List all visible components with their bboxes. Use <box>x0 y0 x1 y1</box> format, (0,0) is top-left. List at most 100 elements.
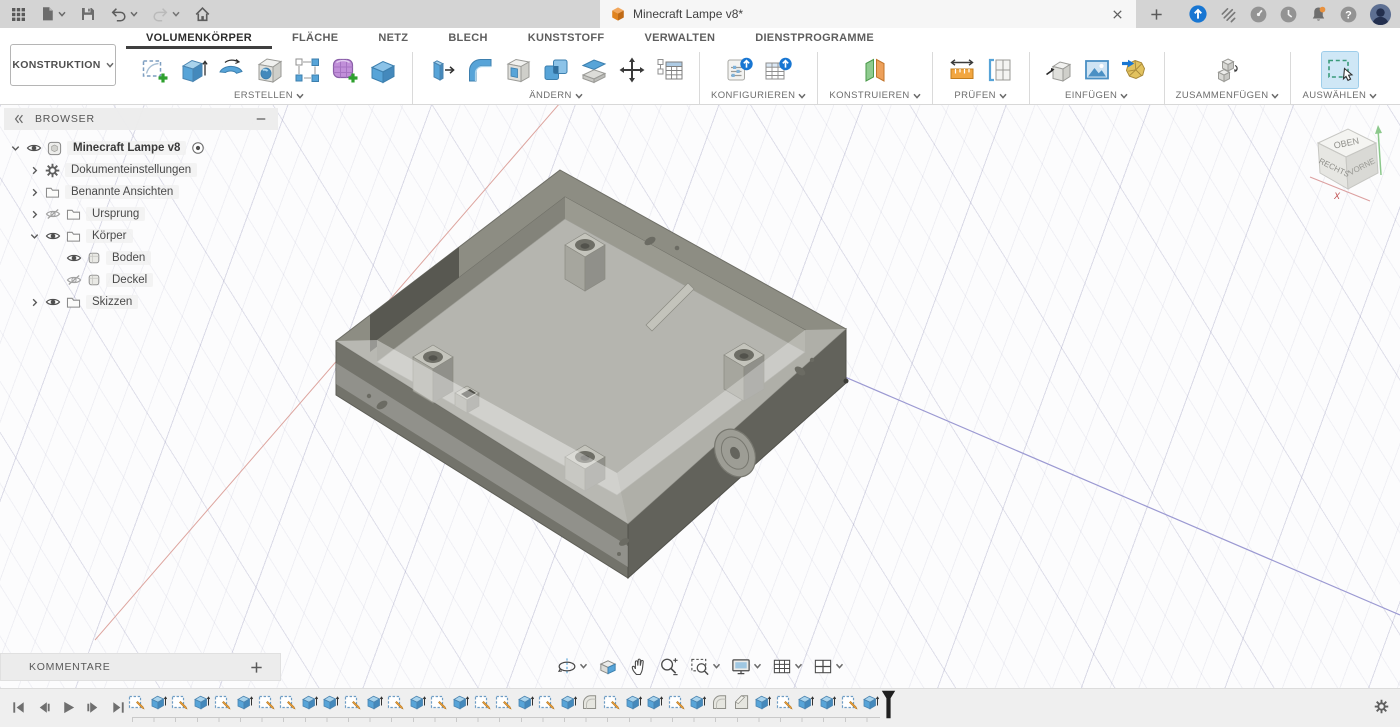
canvas-tool-button[interactable] <box>1079 52 1115 88</box>
redo-button[interactable] <box>145 0 187 28</box>
timeline-feature-sketch-1[interactable] <box>128 693 145 712</box>
notifications-button[interactable] <box>1309 5 1328 24</box>
timeline-feature-extrude-16[interactable] <box>452 693 469 712</box>
browser-item-korper[interactable]: Körper <box>4 225 278 247</box>
timeline-step-back-button[interactable] <box>33 697 54 718</box>
ribbon-tab-kunststoff[interactable]: KUNSTSTOFF <box>508 32 625 49</box>
ribbon-tab-verwalten[interactable]: VERWALTEN <box>624 32 735 49</box>
expander-down-icon[interactable] <box>10 143 21 154</box>
eye-icon[interactable] <box>66 251 82 265</box>
create-form-tool-button[interactable] <box>327 52 363 88</box>
browser-item-minecraft-lampe-v8[interactable]: Minecraft Lampe v8 <box>4 137 278 159</box>
section-analysis-tool-button[interactable] <box>982 52 1018 88</box>
timeline-feature-extrude-24[interactable] <box>625 693 642 712</box>
timeline-feature-extrude-9[interactable] <box>301 693 318 712</box>
document-tab[interactable]: Minecraft Lampe v8* <box>600 0 1136 28</box>
timeline-feature-extrude-32[interactable] <box>797 693 814 712</box>
group-label-erstellen[interactable]: ERSTELLEN <box>234 90 304 101</box>
timeline-feature-sketch-11[interactable] <box>344 693 361 712</box>
avatar-button[interactable] <box>1369 3 1392 26</box>
new-tab-button[interactable] <box>1144 3 1168 25</box>
timeline-go-to-end-button[interactable] <box>108 697 129 718</box>
save-button[interactable] <box>73 0 103 28</box>
timeline-feature-extrude-35[interactable] <box>862 693 879 712</box>
nav-layout-grid-button[interactable] <box>767 654 808 679</box>
measure-tool-button[interactable] <box>944 52 980 88</box>
timeline-feature-chamfer-29[interactable] <box>733 693 750 712</box>
change-parameters-tool-button[interactable] <box>652 52 688 88</box>
browser-item-deckel[interactable]: Deckel <box>4 269 278 291</box>
timeline-feature-sketch-8[interactable] <box>279 693 296 712</box>
eye-icon[interactable] <box>45 295 61 309</box>
group-label-prufen[interactable]: PRÜFEN <box>954 90 1006 101</box>
timeline-feature-extrude-25[interactable] <box>646 693 663 712</box>
usage-button[interactable] <box>1249 5 1268 24</box>
app-grid-button[interactable] <box>4 0 33 28</box>
ribbon-tab-netz[interactable]: NETZ <box>358 32 428 49</box>
timeline-step-forward-button[interactable] <box>83 697 104 718</box>
history-clock-button[interactable] <box>1279 5 1298 24</box>
timeline-feature-sketch-17[interactable] <box>474 693 491 712</box>
group-label-andern[interactable]: ÄNDERN <box>529 90 583 101</box>
timeline-feature-fillet-28[interactable] <box>711 693 728 712</box>
join-tool-button[interactable] <box>1210 52 1246 88</box>
timeline-feature-sketch-5[interactable] <box>214 693 231 712</box>
eye-icon[interactable] <box>45 229 61 243</box>
shell-tool-button[interactable] <box>500 52 536 88</box>
extrude-tool-button[interactable] <box>175 52 211 88</box>
timeline-feature-extrude-14[interactable] <box>409 693 426 712</box>
timeline-feature-extrude-21[interactable] <box>560 693 577 712</box>
offset-face-tool-button[interactable] <box>576 52 612 88</box>
nav-orbit-button[interactable] <box>552 654 593 679</box>
undo-button[interactable] <box>103 0 145 28</box>
timeline-feature-extrude-27[interactable] <box>689 693 706 712</box>
extensions-button[interactable] <box>1188 4 1208 24</box>
box-primitive-tool-button[interactable] <box>365 52 401 88</box>
construction-plane-tool-button[interactable] <box>857 52 893 88</box>
timeline-feature-sketch-3[interactable] <box>171 693 188 712</box>
help-button[interactable]: ? <box>1339 5 1358 24</box>
timeline-feature-sketch-34[interactable] <box>841 693 858 712</box>
timeline-feature-extrude-2[interactable] <box>150 693 167 712</box>
timeline-settings-button[interactable] <box>1374 699 1389 714</box>
nav-display-settings-button[interactable] <box>726 654 767 679</box>
expander-right-icon[interactable] <box>29 187 40 198</box>
nav-zoom-button[interactable] <box>654 654 685 679</box>
browser-item-skizzen[interactable]: Skizzen <box>4 291 278 313</box>
create-sketch-tool-button[interactable] <box>137 52 173 88</box>
viewport-3d[interactable]: OBEN RECHTS VORNE X BROWSER Minecraft La… <box>0 105 1400 688</box>
expander-right-icon[interactable] <box>29 209 40 220</box>
timeline-feature-sketch-31[interactable] <box>776 693 793 712</box>
group-label-einfugen[interactable]: EINFÜGEN <box>1065 90 1128 101</box>
configuration-table-tool-button[interactable] <box>760 52 796 88</box>
timeline-feature-sketch-26[interactable] <box>668 693 685 712</box>
timeline-feature-extrude-33[interactable] <box>819 693 836 712</box>
ribbon-tab-dienstprogramme[interactable]: DIENSTPROGRAMME <box>735 32 894 49</box>
timeline-feature-sketch-18[interactable] <box>495 693 512 712</box>
revolve-tool-button[interactable] <box>213 52 249 88</box>
combine-tool-button[interactable] <box>538 52 574 88</box>
workspace-selector[interactable]: KONSTRUKTION <box>10 44 116 86</box>
file-button[interactable] <box>33 0 73 28</box>
comments-bar[interactable]: KOMMENTARE <box>0 653 281 681</box>
timeline-feature-extrude-12[interactable] <box>366 693 383 712</box>
timeline-feature-extrude-30[interactable] <box>754 693 771 712</box>
timeline-feature-fillet-22[interactable] <box>581 693 598 712</box>
timeline-feature-sketch-23[interactable] <box>603 693 620 712</box>
browser-item-boden[interactable]: Boden <box>4 247 278 269</box>
ribbon-tab-flache[interactable]: FLÄCHE <box>272 32 358 49</box>
nav-zoom-window-button[interactable] <box>685 654 726 679</box>
timeline-position-marker[interactable] <box>881 690 896 724</box>
job-status-button[interactable] <box>1219 5 1238 24</box>
timeline-feature-sketch-13[interactable] <box>387 693 404 712</box>
group-label-zusammenfugen[interactable]: ZUSAMMENFÜGEN <box>1176 90 1280 101</box>
eye-icon[interactable] <box>26 141 42 155</box>
timeline-feature-sketch-15[interactable] <box>430 693 447 712</box>
browser-collapse-button[interactable] <box>13 113 25 125</box>
nav-viewports-button[interactable] <box>808 654 849 679</box>
eye-off-icon[interactable] <box>45 207 61 221</box>
timeline-feature-extrude-10[interactable] <box>322 693 339 712</box>
hole-tool-button[interactable] <box>251 52 287 88</box>
browser-item-benannte-ansichten[interactable]: Benannte Ansichten <box>4 181 278 203</box>
close-tab-button[interactable] <box>1109 6 1126 23</box>
